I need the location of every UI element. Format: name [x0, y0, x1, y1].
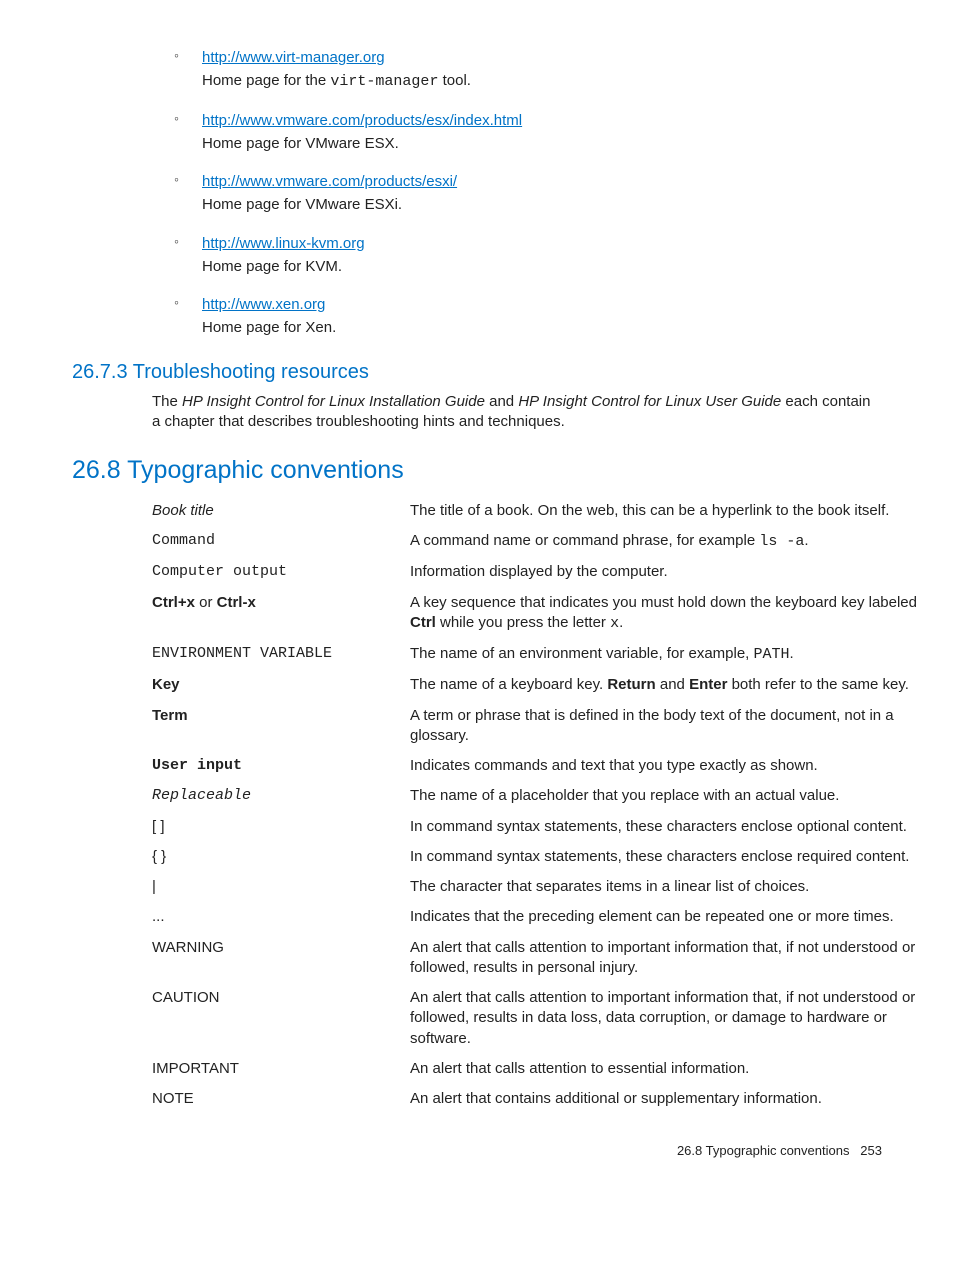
term-book-title: Book title — [152, 496, 410, 526]
table-row: IMPORTANT An alert that calls attention … — [152, 1054, 952, 1084]
def-env-var: The name of an environment variable, for… — [410, 639, 952, 670]
list-item: http://www.virt-manager.org Home page fo… — [202, 48, 882, 93]
term-warning: WARNING — [152, 933, 410, 984]
def-book-title: The title of a book. On the web, this ca… — [410, 496, 952, 526]
table-row: ENVIRONMENT VARIABLE The name of an envi… — [152, 639, 952, 670]
troubleshooting-paragraph: The HP Insight Control for Linux Install… — [152, 392, 882, 433]
link-desc: Home page for the virt-manager tool. — [202, 71, 882, 92]
table-row: NOTE An alert that contains additional o… — [152, 1084, 952, 1114]
term-curly-braces: { } — [152, 842, 410, 872]
list-item: http://www.vmware.com/products/esxi/ Hom… — [202, 172, 882, 216]
table-row: WARNING An alert that calls attention to… — [152, 933, 952, 984]
heading-troubleshooting: 26.7.3 Troubleshooting resources — [72, 359, 882, 386]
footer-page-number: 253 — [860, 1143, 882, 1158]
def-replaceable: The name of a placeholder that you repla… — [410, 781, 952, 811]
table-row: Key The name of a keyboard key. Return a… — [152, 670, 952, 700]
table-row: Ctrl+x or Ctrl-x A key sequence that ind… — [152, 588, 952, 640]
footer-section: 26.8 Typographic conventions — [677, 1143, 850, 1158]
link-desc: Home page for KVM. — [202, 257, 882, 277]
list-item: http://www.vmware.com/products/esx/index… — [202, 111, 882, 155]
table-row: { } In command syntax statements, these … — [152, 842, 952, 872]
term-term: Term — [152, 701, 410, 752]
term-key: Key — [152, 670, 410, 700]
table-row: ... Indicates that the preceding element… — [152, 902, 952, 932]
def-curly-braces: In command syntax statements, these char… — [410, 842, 952, 872]
term-caution: CAUTION — [152, 983, 410, 1054]
def-computer-output: Information displayed by the computer. — [410, 557, 952, 587]
links-list: http://www.virt-manager.org Home page fo… — [72, 48, 882, 339]
def-note: An alert that contains additional or sup… — [410, 1084, 952, 1114]
table-row: CAUTION An alert that calls attention to… — [152, 983, 952, 1054]
def-ellipsis: Indicates that the preceding element can… — [410, 902, 952, 932]
term-command: Command — [152, 526, 410, 557]
table-row: Replaceable The name of a placeholder th… — [152, 781, 952, 811]
term-user-input: User input — [152, 751, 410, 781]
def-key: The name of a keyboard key. Return and E… — [410, 670, 952, 700]
term-note: NOTE — [152, 1084, 410, 1114]
table-row: Computer output Information displayed by… — [152, 557, 952, 587]
term-computer-output: Computer output — [152, 557, 410, 587]
link-desc: Home page for VMware ESXi. — [202, 195, 882, 215]
def-caution: An alert that calls attention to importa… — [410, 983, 952, 1054]
term-replaceable: Replaceable — [152, 781, 410, 811]
link-desc: Home page for Xen. — [202, 318, 882, 338]
def-term: A term or phrase that is defined in the … — [410, 701, 952, 752]
list-item: http://www.xen.org Home page for Xen. — [202, 295, 882, 339]
term-square-brackets: [ ] — [152, 812, 410, 842]
list-item: http://www.linux-kvm.org Home page for K… — [202, 234, 882, 278]
conventions-table: Book title The title of a book. On the w… — [152, 496, 952, 1115]
def-user-input: Indicates commands and text that you typ… — [410, 751, 952, 781]
table-row: | The character that separates items in … — [152, 872, 952, 902]
link-xen[interactable]: http://www.xen.org — [202, 296, 325, 313]
link-virt-manager[interactable]: http://www.virt-manager.org — [202, 49, 385, 66]
term-important: IMPORTANT — [152, 1054, 410, 1084]
def-ctrl: A key sequence that indicates you must h… — [410, 588, 952, 640]
link-desc: Home page for VMware ESX. — [202, 134, 882, 154]
term-ctrl: Ctrl+x or Ctrl-x — [152, 588, 410, 640]
table-row: User input Indicates commands and text t… — [152, 751, 952, 781]
link-vmware-esxi[interactable]: http://www.vmware.com/products/esxi/ — [202, 173, 457, 190]
def-important: An alert that calls attention to essenti… — [410, 1054, 952, 1084]
def-warning: An alert that calls attention to importa… — [410, 933, 952, 984]
term-env-var: ENVIRONMENT VARIABLE — [152, 639, 410, 670]
link-linux-kvm[interactable]: http://www.linux-kvm.org — [202, 235, 365, 252]
def-pipe: The character that separates items in a … — [410, 872, 952, 902]
term-pipe: | — [152, 872, 410, 902]
term-ellipsis: ... — [152, 902, 410, 932]
table-row: Command A command name or command phrase… — [152, 526, 952, 557]
page-footer: 26.8 Typographic conventions 253 — [72, 1142, 882, 1160]
table-row: Term A term or phrase that is defined in… — [152, 701, 952, 752]
heading-typographic: 26.8 Typographic conventions — [72, 454, 882, 488]
table-row: [ ] In command syntax statements, these … — [152, 812, 952, 842]
def-square-brackets: In command syntax statements, these char… — [410, 812, 952, 842]
def-command: A command name or command phrase, for ex… — [410, 526, 952, 557]
link-vmware-esx[interactable]: http://www.vmware.com/products/esx/index… — [202, 112, 522, 129]
table-row: Book title The title of a book. On the w… — [152, 496, 952, 526]
